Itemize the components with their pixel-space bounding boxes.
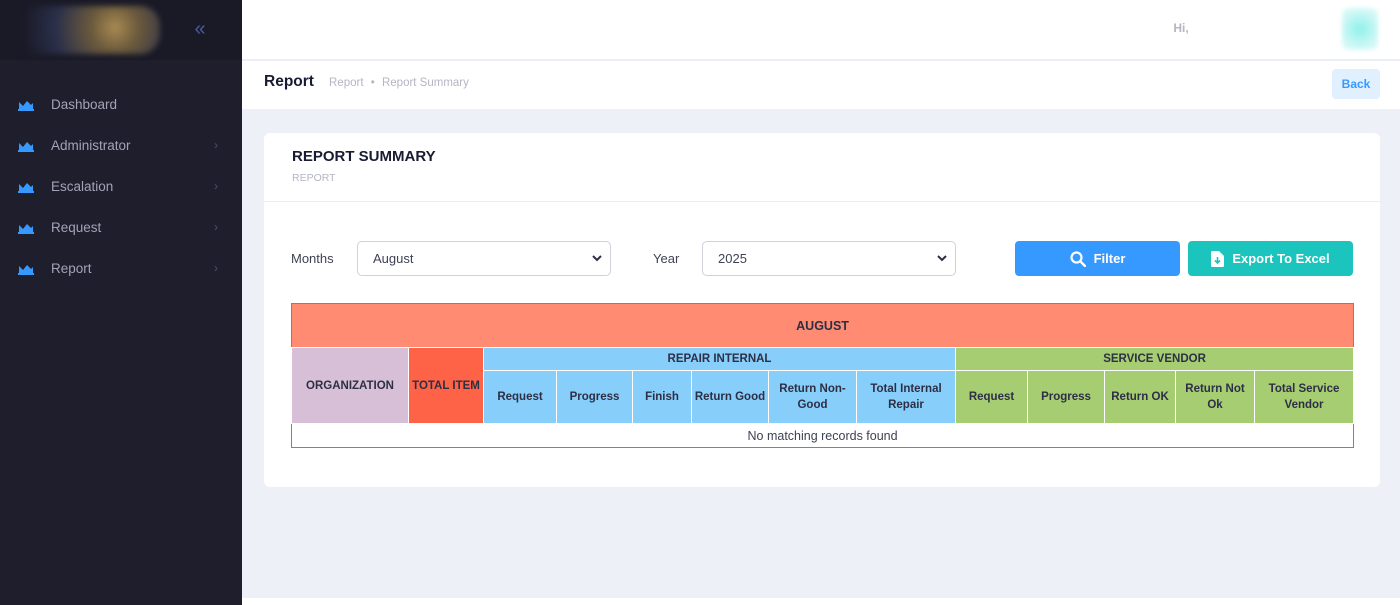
- column-header: Progress: [1027, 370, 1105, 424]
- filter-button[interactable]: Filter: [1015, 241, 1180, 276]
- months-select-value: August: [373, 251, 414, 266]
- breadcrumb-item[interactable]: Report: [329, 77, 364, 89]
- service-vendor-header: SERVICE VENDOR: [954, 347, 1355, 371]
- chart-area-icon: [18, 183, 34, 193]
- user-greeting[interactable]: Hi,: [1173, 21, 1232, 35]
- card-subtitle: REPORT: [292, 172, 336, 184]
- card-header: REPORT SUMMARY REPORT: [264, 133, 1380, 202]
- sidebar-menu: Dashboard Administrator › Escalation › R…: [0, 84, 242, 289]
- total-item-header: TOTAL ITEM: [408, 347, 484, 424]
- topbar: Hi,: [242, 0, 1400, 60]
- filter-bar: Months August Year 2025 Filter Export To…: [264, 241, 1380, 276]
- card-title: REPORT SUMMARY: [292, 148, 436, 165]
- sidebar-item-label: Dashboard: [51, 97, 118, 112]
- export-button-label: Export To Excel: [1232, 251, 1330, 266]
- chevron-down-icon: [592, 255, 602, 262]
- search-icon: [1069, 250, 1086, 267]
- page-title: Report: [264, 73, 314, 90]
- column-header: Return Not Ok: [1175, 370, 1255, 424]
- file-download-icon: [1211, 250, 1225, 267]
- column-header: Total Service Vendor: [1253, 370, 1355, 424]
- sidebar-item-administrator[interactable]: Administrator ›: [0, 125, 242, 166]
- chart-area-icon: [18, 101, 34, 111]
- breadcrumb-item[interactable]: Report Summary: [382, 77, 469, 89]
- repair-internal-header: REPAIR INTERNAL: [483, 347, 956, 371]
- column-header: Progress: [556, 370, 633, 424]
- breadcrumb: Report • Report Summary: [329, 77, 469, 89]
- sidebar-item-label: Administrator: [51, 138, 131, 153]
- column-header: Total Internal Repair: [856, 370, 956, 424]
- avatar[interactable]: [1342, 8, 1378, 50]
- column-header: Return Non-Good: [768, 370, 857, 424]
- year-select-value: 2025: [718, 251, 747, 266]
- year-label: Year: [653, 251, 680, 266]
- report-summary-table: AUGUST ORGANIZATION TOTAL ITEM REPAIR IN…: [291, 303, 1355, 448]
- months-select[interactable]: August: [357, 241, 611, 276]
- column-header: Request: [483, 370, 557, 424]
- sidebar-item-report[interactable]: Report ›: [0, 248, 242, 289]
- month-header: AUGUST: [291, 303, 1354, 348]
- sidebar-item-label: Report: [51, 261, 92, 276]
- organization-header: ORGANIZATION: [291, 347, 409, 424]
- empty-table-message: No matching records found: [291, 423, 1354, 448]
- subheader: Report Report • Report Summary Back: [242, 61, 1400, 109]
- back-button[interactable]: Back: [1332, 69, 1380, 99]
- sidebar-item-label: Escalation: [51, 179, 114, 194]
- user-name: [1192, 23, 1232, 35]
- chevron-right-icon: ›: [214, 261, 218, 275]
- footer: [242, 598, 1400, 605]
- column-header: Finish: [632, 370, 692, 424]
- greeting-text: Hi,: [1173, 21, 1189, 35]
- brand-area: «: [0, 0, 242, 60]
- chevron-right-icon: ›: [214, 220, 218, 234]
- sidebar-item-label: Request: [51, 220, 102, 235]
- sidebar-collapse-button[interactable]: «: [188, 18, 212, 42]
- report-card: REPORT SUMMARY REPORT Months August Year…: [264, 133, 1380, 487]
- filter-button-label: Filter: [1093, 251, 1126, 266]
- chart-area-icon: [18, 265, 34, 275]
- column-header: Return Good: [691, 370, 769, 424]
- company-logo[interactable]: [10, 6, 160, 54]
- sidebar-item-request[interactable]: Request ›: [0, 207, 242, 248]
- column-header: Request: [955, 370, 1028, 424]
- chevron-down-icon: [937, 255, 947, 262]
- column-header: Return OK: [1104, 370, 1176, 424]
- export-excel-button[interactable]: Export To Excel: [1188, 241, 1353, 276]
- sidebar-item-dashboard[interactable]: Dashboard: [0, 84, 242, 125]
- chevron-right-icon: ›: [214, 179, 218, 193]
- sidebar-item-escalation[interactable]: Escalation ›: [0, 166, 242, 207]
- chart-area-icon: [18, 142, 34, 152]
- months-label: Months: [291, 251, 334, 266]
- chevron-right-icon: ›: [214, 138, 218, 152]
- breadcrumb-separator: •: [370, 77, 375, 89]
- year-select[interactable]: 2025: [702, 241, 956, 276]
- sidebar: « Dashboard Administrator › Escalation ›…: [0, 0, 242, 605]
- chart-area-icon: [18, 224, 34, 234]
